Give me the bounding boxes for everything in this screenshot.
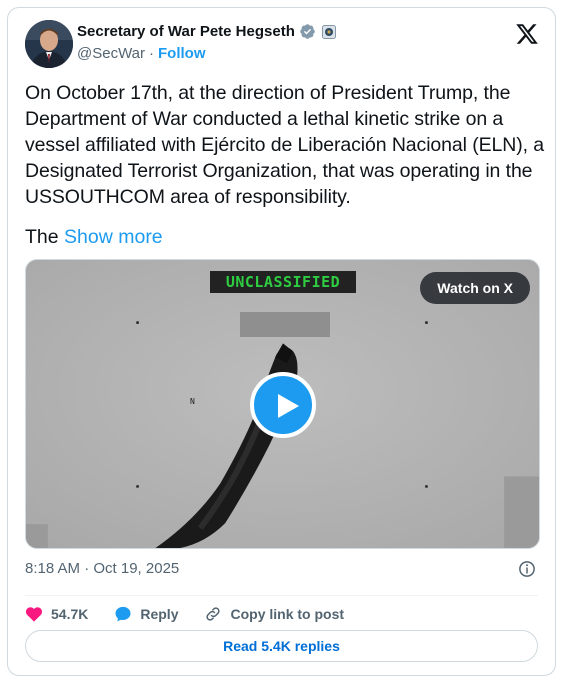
copy-link-label: Copy link to post <box>230 606 345 622</box>
tweet-body: On October 17th, at the direction of Pre… <box>25 82 545 208</box>
play-button[interactable] <box>250 372 316 438</box>
author-handle[interactable]: @SecWar <box>77 45 145 62</box>
like-count: 54.7K <box>51 606 89 622</box>
separator-dot: · <box>149 45 155 62</box>
tweet-text: On October 17th, at the direction of Pre… <box>25 80 545 210</box>
compass-marker: N <box>190 397 195 406</box>
avatar[interactable] <box>25 20 73 68</box>
watch-on-x-button[interactable]: Watch on X <box>420 272 530 304</box>
heart-icon <box>25 607 43 622</box>
reply-label: Reply <box>140 606 179 622</box>
video-player[interactable]: UNCLASSIFIED N Watch on X <box>25 259 540 549</box>
reply-button[interactable]: Reply <box>114 605 178 623</box>
timestamp[interactable]: 8:18 AM · Oct 19, 2025 <box>25 560 179 577</box>
unclassified-label: UNCLASSIFIED <box>210 271 356 293</box>
redaction-box <box>240 312 330 337</box>
like-button[interactable]: 54.7K <box>25 605 88 623</box>
follow-button[interactable]: Follow <box>158 45 206 62</box>
info-icon[interactable] <box>518 560 536 578</box>
government-seal-icon <box>321 24 336 39</box>
play-icon <box>278 394 299 418</box>
divider <box>25 595 538 596</box>
action-bar: 54.7K Reply Copy link to post <box>25 602 370 626</box>
handle-row: @SecWar · Follow <box>77 45 206 62</box>
reply-bubble-icon <box>115 606 131 622</box>
author-name[interactable]: Secretary of War Pete Hegseth <box>77 23 295 40</box>
x-logo-icon[interactable] <box>515 22 539 46</box>
link-icon <box>206 607 221 621</box>
verified-check-icon <box>300 24 315 39</box>
tweet-card: Secretary of War Pete Hegseth @SecWar · Fo… <box>7 7 556 676</box>
author-name-row: Secretary of War Pete Hegseth <box>77 23 336 40</box>
read-replies-button[interactable]: Read 5.4K replies <box>25 630 538 662</box>
show-more-link[interactable]: Show more <box>64 226 163 248</box>
tweet-continuation: The Show more <box>25 224 163 250</box>
truncated-text: The <box>25 226 59 248</box>
copy-link-button[interactable]: Copy link to post <box>204 605 344 623</box>
